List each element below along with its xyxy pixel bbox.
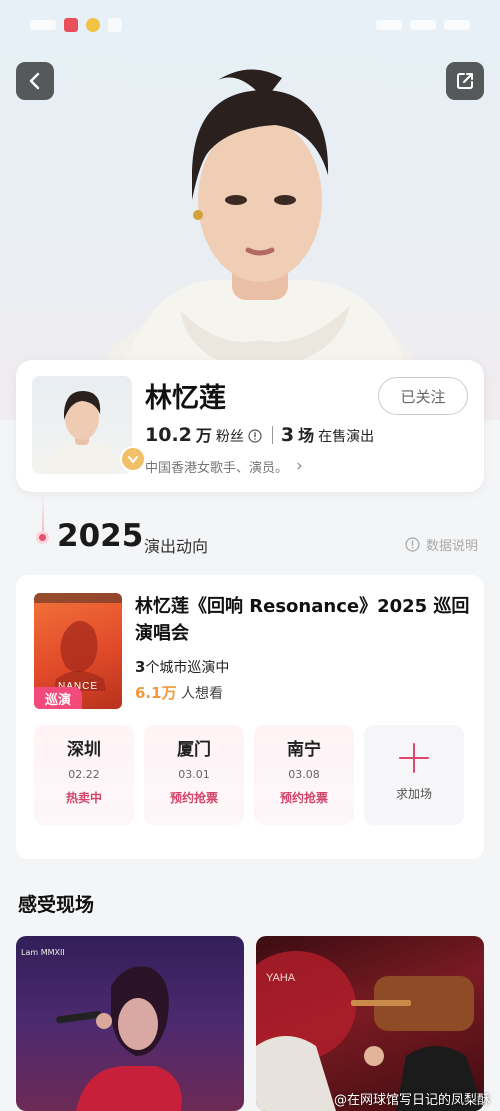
cities-number: 3 <box>135 658 146 676</box>
timeline-dot <box>36 531 49 544</box>
chevron-right-icon: › <box>296 456 303 476</box>
info-icon <box>405 537 420 552</box>
signal-icon <box>376 20 402 30</box>
tour-cities-count: 3个城市巡演中 <box>135 657 229 677</box>
city-date: 03.01 <box>178 768 210 781</box>
city-status: 预约抢票 <box>279 791 328 805</box>
city-tile-xiamen[interactable]: 厦门 03.01 预约抢票 <box>144 725 244 825</box>
cities-text: 个城市巡演中 <box>145 660 230 676</box>
app-notification-icon <box>108 18 122 32</box>
app-notification-icon <box>64 18 78 32</box>
artist-name: 林忆莲 <box>145 383 226 414</box>
live-video-card[interactable]: Lam MMXII <box>16 936 244 1111</box>
info-icon[interactable] <box>248 429 262 443</box>
stats-divider <box>271 426 273 444</box>
live-photo <box>56 966 182 1111</box>
watermark: @在网球馆写日记的凤梨酥 <box>334 1089 490 1108</box>
city-tile-shenzhen[interactable]: 深圳 02.22 热卖中 <box>34 725 134 825</box>
city-tile-nanning[interactable]: 南宁 03.08 预约抢票 <box>254 725 354 825</box>
status-time <box>30 20 56 30</box>
request-extra-show-button[interactable]: 求加场 <box>364 725 464 825</box>
follow-button[interactable]: 已关注 <box>378 377 468 415</box>
tour-title[interactable]: 林忆莲《回响 Resonance》2025 巡回演唱会 <box>135 593 475 647</box>
data-note-label: 数据说明 <box>425 539 478 554</box>
live-video-card[interactable]: YAHA <box>256 936 484 1111</box>
city-list: 深圳 02.22 热卖中 厦门 03.01 预约抢票 南宁 03.08 预约抢票… <box>34 725 464 825</box>
city-status: 热卖中 <box>65 791 102 805</box>
city-name: 深圳 <box>67 740 101 760</box>
avatar-image <box>42 390 124 474</box>
share-icon <box>457 73 473 89</box>
city-name: 厦门 <box>177 740 211 760</box>
tour-poster[interactable]: NANCE 巡演 <box>34 593 122 709</box>
chevron-left-icon <box>29 72 40 90</box>
request-extra-show-label: 求加场 <box>395 787 432 801</box>
followers-unit: 万 <box>195 426 212 445</box>
share-button[interactable] <box>446 62 484 100</box>
verified-icon <box>120 446 146 472</box>
artist-description[interactable]: 中国香港女歌手、演员。 › <box>145 456 303 476</box>
avatar[interactable] <box>32 376 132 474</box>
tour-tag: 巡演 <box>34 687 82 709</box>
svg-text:YAHA: YAHA <box>266 972 296 984</box>
shows-label: 在售演出 <box>318 429 375 445</box>
city-date: 02.22 <box>68 768 100 781</box>
artist-hero <box>0 0 500 420</box>
battery-icon <box>444 20 470 30</box>
year-title: 2025 <box>57 518 144 554</box>
data-note-link[interactable]: 数据说明 <box>405 535 478 554</box>
city-status: 预约抢票 <box>169 791 218 805</box>
artist-description-text: 中国香港女歌手、演员。 <box>145 460 289 476</box>
app-notification-icon <box>86 18 100 32</box>
artist-stats: 10.2 万 粉丝 3 场 在售演出 <box>145 422 374 446</box>
tour-card[interactable]: NANCE 巡演 林忆莲《回响 Resonance》2025 巡回演唱会 3个城… <box>16 575 484 859</box>
shows-count: 3 <box>280 424 295 446</box>
artist-info-card: 林忆莲 已关注 10.2 万 粉丝 3 场 在售演出 中国香港女歌手、演员。 › <box>16 360 484 492</box>
shows-unit: 场 <box>298 426 315 445</box>
want-number: 6.1万 <box>135 684 177 702</box>
watermark-text: @在网球馆写日记的凤梨酥 <box>333 1093 490 1108</box>
status-bar <box>0 0 500 50</box>
city-date: 03.08 <box>288 768 320 781</box>
tour-want-count: 6.1万 人想看 <box>135 682 223 703</box>
plus-icon <box>397 741 431 775</box>
wifi-icon <box>410 20 436 30</box>
followers-label: 粉丝 <box>215 429 244 445</box>
city-name: 南宁 <box>287 740 321 760</box>
section-subtitle: 演出动向 <box>144 537 209 556</box>
want-text: 人想看 <box>176 686 224 702</box>
live-photo: YAHA <box>256 951 484 1111</box>
back-button[interactable] <box>16 62 54 100</box>
live-section-title: 感受现场 <box>18 894 95 916</box>
followers-count: 10.2 <box>145 424 192 446</box>
